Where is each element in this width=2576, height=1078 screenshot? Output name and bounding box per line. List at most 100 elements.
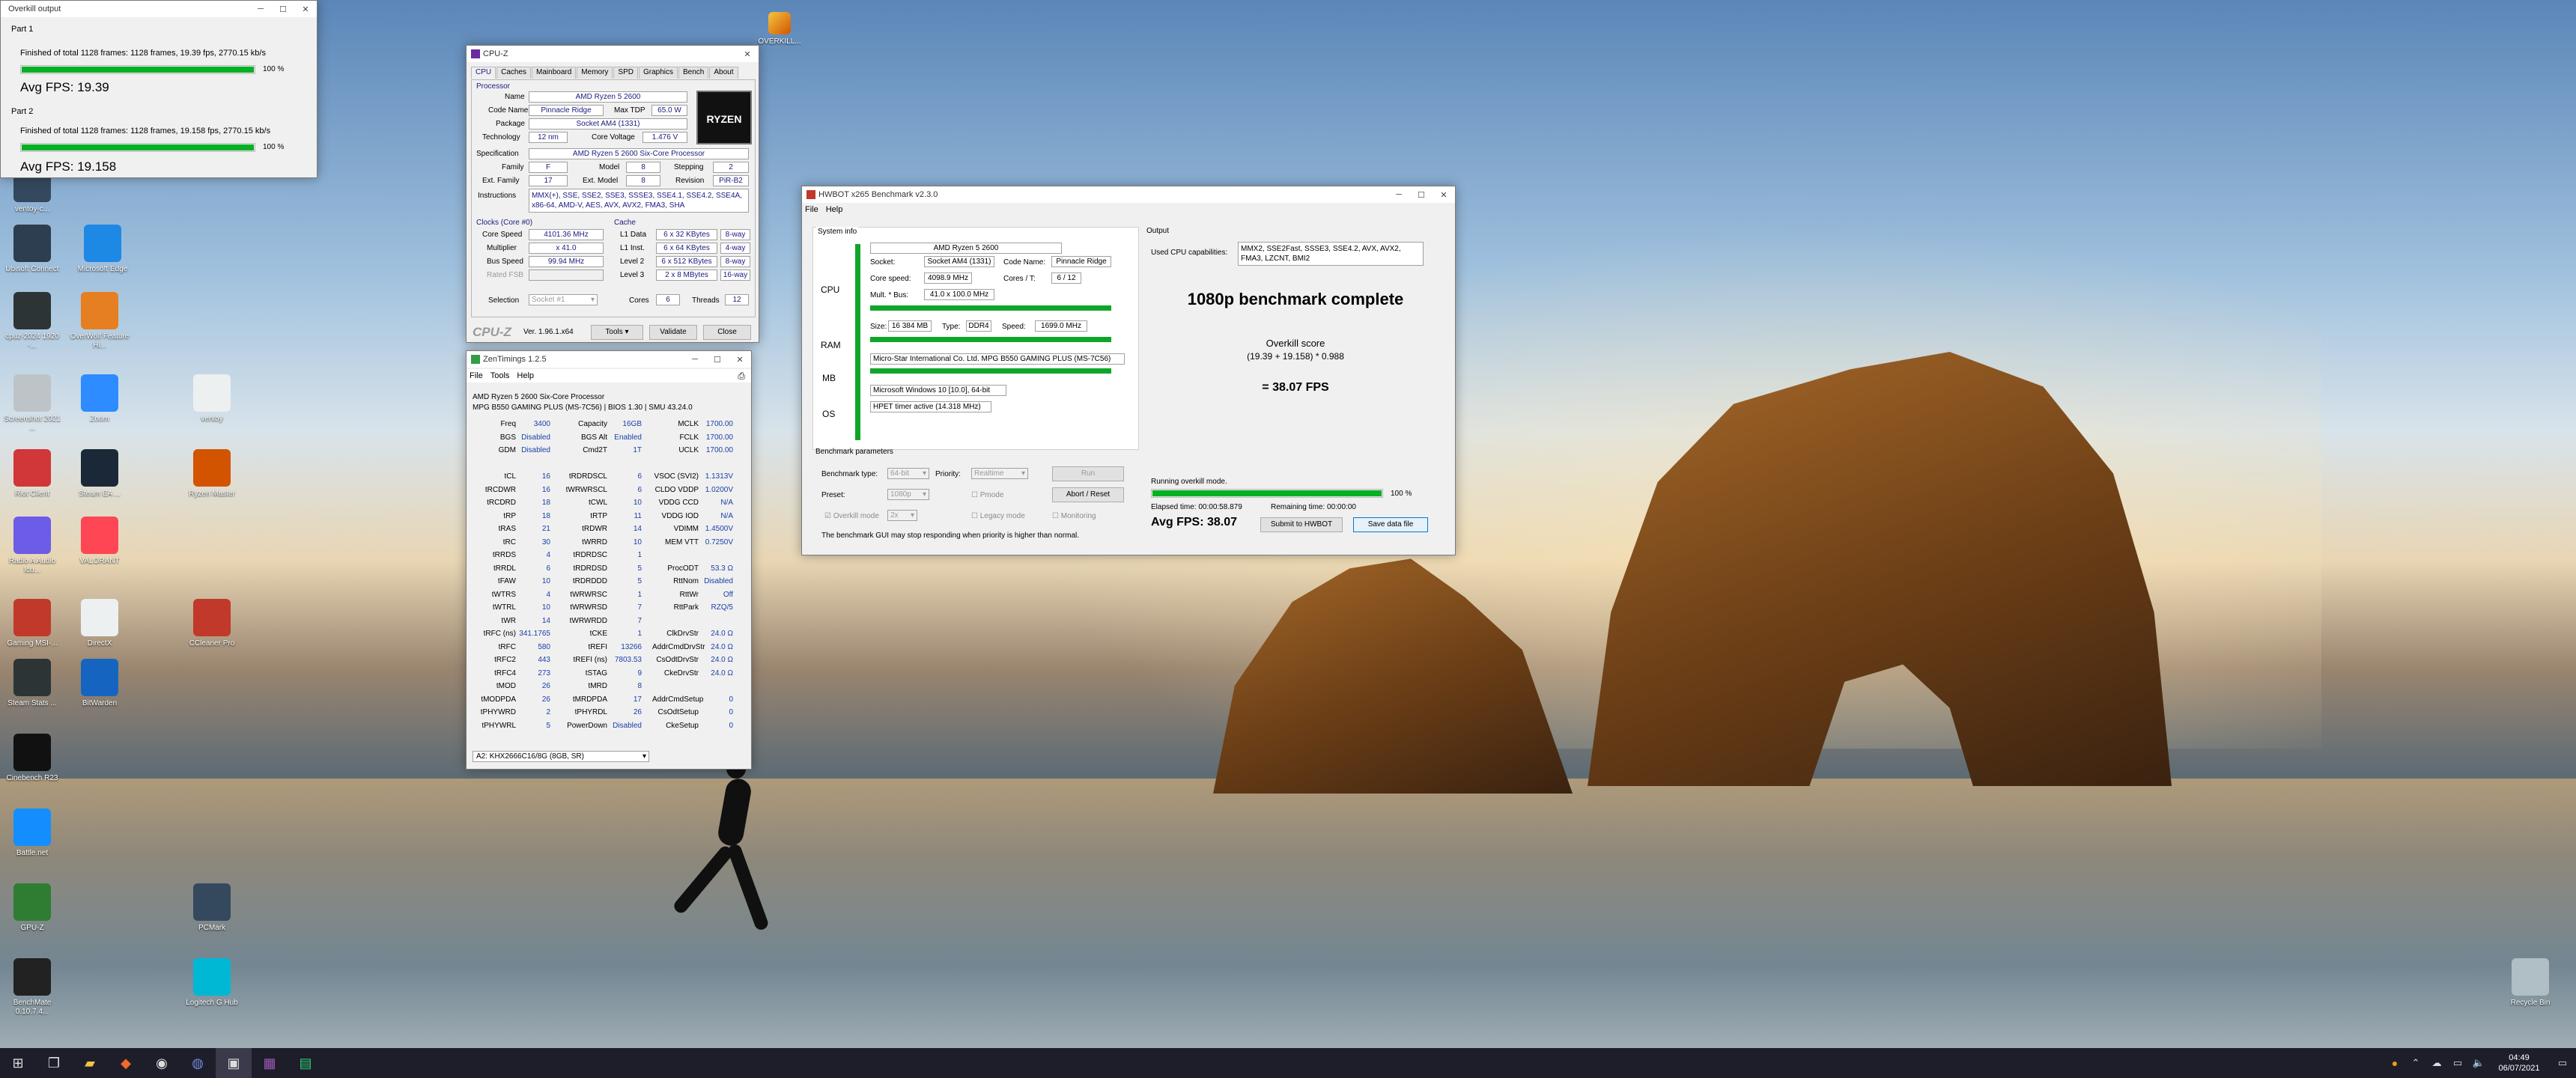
priority-select[interactable]: Realtime ▾ — [971, 468, 1028, 479]
desktop-icon[interactable]: Ubisoft Connect — [0, 225, 64, 274]
level2-ways: 8-way — [720, 256, 750, 267]
run-button[interactable]: Run — [1052, 466, 1124, 481]
minimize-icon[interactable]: ─ — [1388, 190, 1410, 199]
minimize-icon[interactable]: ─ — [249, 4, 272, 13]
cpuz-taskbar-icon[interactable]: ▦ — [252, 1048, 288, 1078]
menu-help[interactable]: Help — [826, 205, 843, 214]
file-explorer-icon[interactable]: ▰ — [72, 1048, 108, 1078]
cpuz-titlebar[interactable]: CPU-Z ✕ — [467, 46, 759, 62]
monitoring-checkbox[interactable]: ☐ Monitoring — [1052, 511, 1096, 521]
desktop-icon[interactable]: Battle.net — [0, 808, 64, 858]
tools-button[interactable]: Tools ▾ — [591, 325, 643, 340]
clock[interactable]: 04:49 06/07/2021 — [2489, 1053, 2549, 1074]
socket-select[interactable]: Socket #1 ▾ — [529, 294, 598, 305]
desktop-icon[interactable]: ventoy — [180, 374, 244, 424]
output-label: Output — [1146, 227, 1170, 235]
timing-label: tMODPDA — [481, 695, 516, 704]
maxtdp-label: Max TDP — [614, 106, 645, 115]
maximize-icon[interactable]: ☐ — [1410, 190, 1433, 200]
maximize-icon[interactable]: ☐ — [272, 4, 294, 14]
desktop-icon[interactable]: DirectX — [67, 599, 132, 648]
desktop-icon[interactable]: VALORANT — [67, 517, 132, 566]
zentimings-taskbar-icon[interactable]: ▤ — [288, 1048, 323, 1078]
desktop-icon-overkill[interactable]: OVERKILL... — [746, 12, 813, 46]
chevron-down-icon: ▾ — [910, 511, 914, 520]
notification-warning-icon[interactable]: ● — [2384, 1048, 2405, 1078]
menu-file[interactable]: File — [470, 371, 483, 380]
close-icon[interactable]: ✕ — [1433, 190, 1455, 200]
desktop-icon[interactable]: BitWarden — [67, 659, 132, 708]
pmode-checkbox[interactable]: ☐ Pmode — [971, 490, 1003, 500]
tab-bench[interactable]: Bench — [678, 67, 709, 79]
menu-tools[interactable]: Tools — [490, 371, 510, 380]
dimm-select[interactable]: A2: KHX2666C16/8G (8GB, SR) ▾ — [473, 751, 649, 762]
desktop-icon[interactable]: Steam Stats ... — [0, 659, 64, 708]
timing-value: 16GB — [622, 420, 642, 428]
overkill-mode-checkbox[interactable]: ☑ Overkill mode — [824, 511, 879, 521]
timing-value: 5 — [546, 721, 550, 730]
tab-memory[interactable]: Memory — [577, 67, 613, 79]
timing-label: CkeSetup — [666, 721, 699, 730]
tab-mainboard[interactable]: Mainboard — [532, 67, 577, 79]
start-windows-icon[interactable]: ⊞ — [0, 1048, 36, 1078]
desktop-icon[interactable]: BenchMate 0.10.7.4... — [0, 958, 64, 1017]
overkill-titlebar[interactable]: Overkill output ─ ☐ ✕ — [1, 1, 317, 17]
desktop-icon[interactable]: CCleaner Pro — [180, 599, 244, 648]
minimize-icon[interactable]: ─ — [684, 355, 706, 364]
close-icon[interactable]: ✕ — [294, 4, 317, 14]
action-center-icon[interactable]: ▭ — [2549, 1048, 2576, 1078]
onedrive-icon[interactable]: ☁ — [2426, 1048, 2447, 1078]
desktop-icon[interactable]: Logitech G Hub — [180, 958, 244, 1008]
timing-label: tFAW — [497, 577, 516, 585]
tray-overflow-icon[interactable]: ⌃ — [2405, 1048, 2426, 1078]
preset-select[interactable]: 1080p ▾ — [887, 489, 929, 500]
desktop-icon[interactable]: Microsoft Edge — [70, 225, 135, 274]
desktop-icon[interactable]: Riot Client — [0, 449, 64, 499]
menu-help[interactable]: Help — [517, 371, 534, 380]
zentimings-titlebar[interactable]: ZenTimings 1.2.5 ─ ☐ ✕ — [467, 351, 751, 368]
discord-icon[interactable]: ◍ — [180, 1048, 216, 1078]
benchmark-headline: 1080p benchmark complete — [1187, 290, 1404, 308]
close-icon[interactable]: ✕ — [736, 49, 759, 59]
overkill-select[interactable]: 2x ▾ — [887, 510, 917, 521]
desktop-icon[interactable]: GPU-Z — [0, 883, 64, 933]
overkill-taskbar-icon[interactable]: ▣ — [216, 1048, 252, 1078]
desktop-icon[interactable]: Steam EA ... — [67, 449, 132, 499]
timing-value: 0 — [729, 708, 733, 716]
desktop-icon-label: BenchMate 0.10.7.4... — [13, 999, 52, 1016]
desktop-icon[interactable]: Ryzen Master — [180, 449, 244, 499]
brave-browser-icon[interactable]: ◆ — [108, 1048, 144, 1078]
desktop-icon[interactable]: Radio A Audio Ico... — [0, 517, 64, 575]
menu-file[interactable]: File — [805, 205, 818, 214]
abort-reset-button[interactable]: Abort / Reset — [1052, 487, 1124, 502]
tab-about[interactable]: About — [709, 67, 738, 79]
btype-select[interactable]: 64-bit ▾ — [887, 468, 929, 479]
task-view-icon[interactable]: ❐ — [36, 1048, 72, 1078]
tab-graphics[interactable]: Graphics — [638, 67, 678, 79]
hwbot-titlebar[interactable]: HWBOT x265 Benchmark v2.3.0 ─ ☐ ✕ — [802, 186, 1455, 203]
technology-label: Technology — [482, 133, 520, 141]
maximize-icon[interactable]: ☐ — [706, 355, 729, 365]
save-data-button[interactable]: Save data file — [1353, 517, 1428, 532]
steam-icon[interactable]: ◉ — [144, 1048, 180, 1078]
legacy-mode-checkbox[interactable]: ☐ Legacy mode — [971, 511, 1025, 521]
desktop-icon[interactable]: Recycle Bin — [2498, 958, 2563, 1008]
tab-spd[interactable]: SPD — [613, 67, 638, 79]
volume-icon[interactable]: 🔈 — [2468, 1048, 2489, 1078]
desktop-icon[interactable]: PCMark — [180, 883, 244, 933]
network-icon[interactable]: ▭ — [2447, 1048, 2468, 1078]
timing-label: tWRWRSC — [570, 590, 607, 599]
desktop-icon[interactable]: Zoom — [67, 374, 132, 424]
tab-caches[interactable]: Caches — [496, 67, 532, 79]
close-button[interactable]: Close — [703, 325, 751, 340]
desktop-icon[interactable]: Gaming MSI-... — [0, 599, 64, 648]
desktop-icon[interactable]: Screenshot 2021 ... — [0, 374, 64, 433]
tab-cpu[interactable]: CPU — [471, 67, 496, 79]
desktop-icon[interactable]: cpuz-2024 1920 -... — [0, 292, 64, 350]
desktop-icon[interactable]: OverWolf Feature Hi... — [67, 292, 132, 350]
desktop-icon[interactable]: Cinebench R23 — [0, 734, 64, 783]
close-icon[interactable]: ✕ — [729, 355, 751, 365]
screenshot-icon[interactable]: ⎙ — [738, 371, 745, 382]
validate-button[interactable]: Validate — [649, 325, 697, 340]
submit-hwbot-button[interactable]: Submit to HWBOT — [1260, 517, 1343, 532]
